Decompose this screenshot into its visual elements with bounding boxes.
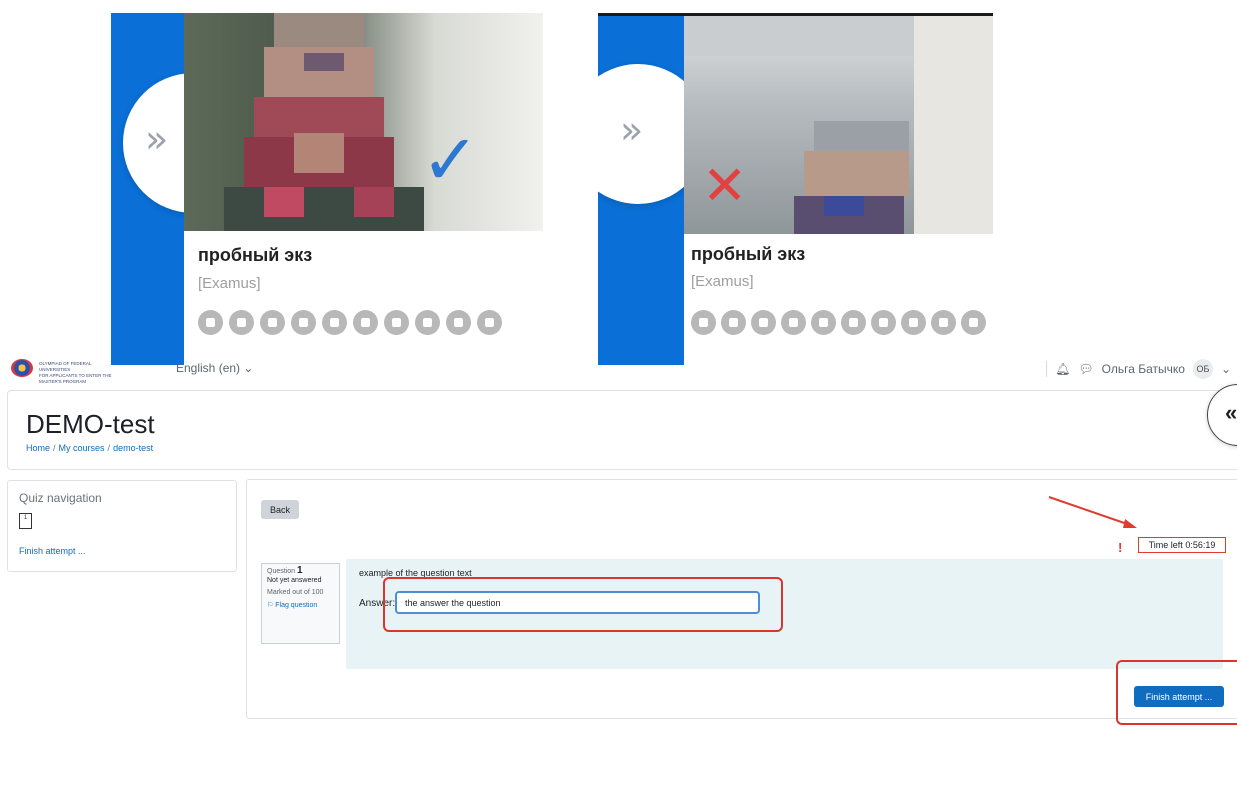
person-icon bbox=[477, 310, 502, 335]
question-word: Question bbox=[267, 568, 296, 575]
question-number: Question 1 bbox=[267, 565, 334, 577]
book-icon bbox=[322, 310, 347, 335]
finish-attempt-button[interactable]: Finish attempt ... bbox=[1134, 686, 1224, 707]
proctor-rule-icons bbox=[691, 310, 986, 335]
user-name[interactable]: Ольга Батычко bbox=[1102, 362, 1185, 376]
book-icon bbox=[811, 310, 836, 335]
site-logo-icon[interactable] bbox=[11, 359, 33, 377]
avatar[interactable]: ОБ bbox=[1192, 359, 1213, 379]
double-chevron-left-icon: « bbox=[1225, 400, 1237, 425]
open-book-icon bbox=[931, 310, 956, 335]
flag-icon: ⚐ bbox=[267, 601, 274, 609]
browser-icon bbox=[721, 310, 746, 335]
finish-attempt-link[interactable]: Finish attempt ... bbox=[19, 546, 86, 556]
proctor-rule-icons bbox=[198, 310, 502, 335]
language-selector[interactable]: English (en) ⌄ bbox=[176, 361, 253, 375]
quiz-main-region: Back ! Time left 0:56:19 Question 1 Not … bbox=[246, 479, 1237, 719]
quiz-nav-title: Quiz navigation bbox=[19, 491, 102, 505]
calculator-icon bbox=[841, 310, 866, 335]
sound-icon bbox=[260, 310, 285, 335]
phone-icon bbox=[415, 310, 440, 335]
camera-icon bbox=[781, 310, 806, 335]
breadcrumb-my-courses[interactable]: My courses bbox=[59, 443, 105, 453]
question-info: Question 1 Not yet answered Marked out o… bbox=[261, 563, 340, 644]
breadcrumb-separator: / bbox=[107, 443, 111, 453]
double-chevron-right-icon: » bbox=[620, 108, 644, 152]
proctor-card-rejected: » ✕ пробный экз [Examus] bbox=[598, 13, 993, 365]
open-book-icon bbox=[446, 310, 471, 335]
back-button[interactable]: Back bbox=[261, 500, 299, 519]
phone-icon bbox=[901, 310, 926, 335]
exam-title: пробный экз bbox=[198, 245, 313, 265]
question-text: example of the question text bbox=[359, 568, 472, 578]
logo-line-1: OLYMPIAD OF FEDERAL UNIVERSITIES bbox=[39, 361, 92, 372]
notes-icon bbox=[384, 310, 409, 335]
breadcrumb-home[interactable]: Home bbox=[26, 443, 50, 453]
exam-subtitle: [Examus] bbox=[198, 275, 261, 292]
user-area: 🔔︎ 💬︎ Ольга Батычко ОБ ⌄ bbox=[1046, 359, 1231, 379]
answer-input[interactable] bbox=[395, 591, 760, 614]
top-navbar: OLYMPIAD OF FEDERAL UNIVERSITIES FOR APP… bbox=[0, 355, 1237, 385]
bell-icon[interactable]: 🔔︎ bbox=[1055, 362, 1070, 376]
breadcrumb-separator: / bbox=[53, 443, 56, 453]
answer-label: Answer: bbox=[359, 598, 396, 609]
breadcrumb: Home / My courses / demo-test bbox=[26, 443, 153, 453]
chat-icon bbox=[198, 310, 223, 335]
notes-icon bbox=[871, 310, 896, 335]
page-title: DEMO-test bbox=[26, 409, 155, 439]
flag-label: Flag question bbox=[275, 601, 318, 609]
sound-icon bbox=[751, 310, 776, 335]
separator bbox=[1046, 361, 1048, 377]
check-icon: ✓ bbox=[421, 119, 480, 201]
cross-icon: ✕ bbox=[702, 154, 748, 217]
question-grade: Marked out of 100 bbox=[267, 589, 324, 596]
quiz-timer: Time left 0:56:19 bbox=[1138, 537, 1226, 553]
question-content: example of the question text Answer: bbox=[346, 559, 1223, 669]
webcam-frame bbox=[184, 13, 543, 231]
logo-line-2: FOR APPLICANTS TO ENTER THE MASTER'S PRO… bbox=[39, 373, 112, 384]
flag-question-link[interactable]: ⚐ Flag question bbox=[267, 602, 334, 611]
exam-subtitle: [Examus] bbox=[691, 273, 754, 290]
calculator-icon bbox=[353, 310, 378, 335]
chat-icon bbox=[691, 310, 716, 335]
timer-alert-mark: ! bbox=[1118, 540, 1123, 555]
page-header: DEMO-test Home / My courses / demo-test bbox=[7, 390, 1237, 470]
question-status: Not yet answered bbox=[267, 576, 322, 584]
message-icon[interactable]: 💬︎ bbox=[1078, 362, 1093, 376]
question-nav-button[interactable]: 1 bbox=[19, 513, 32, 529]
question-number-value: 1 bbox=[296, 565, 303, 576]
browser-icon bbox=[229, 310, 254, 335]
chevron-down-icon[interactable]: ⌄ bbox=[1221, 362, 1231, 376]
camera-icon bbox=[291, 310, 316, 335]
quiz-navigation-block: Quiz navigation 1 Finish attempt ... bbox=[7, 480, 237, 572]
person-icon bbox=[961, 310, 986, 335]
site-logo-text: OLYMPIAD OF FEDERAL UNIVERSITIES FOR APP… bbox=[39, 361, 119, 385]
breadcrumb-course[interactable]: demo-test bbox=[113, 443, 153, 453]
double-chevron-right-icon: » bbox=[145, 117, 169, 161]
exam-title: пробный экз bbox=[691, 244, 806, 264]
proctor-card-approved: » ✓ пробный экз [Examus] bbox=[111, 13, 543, 365]
